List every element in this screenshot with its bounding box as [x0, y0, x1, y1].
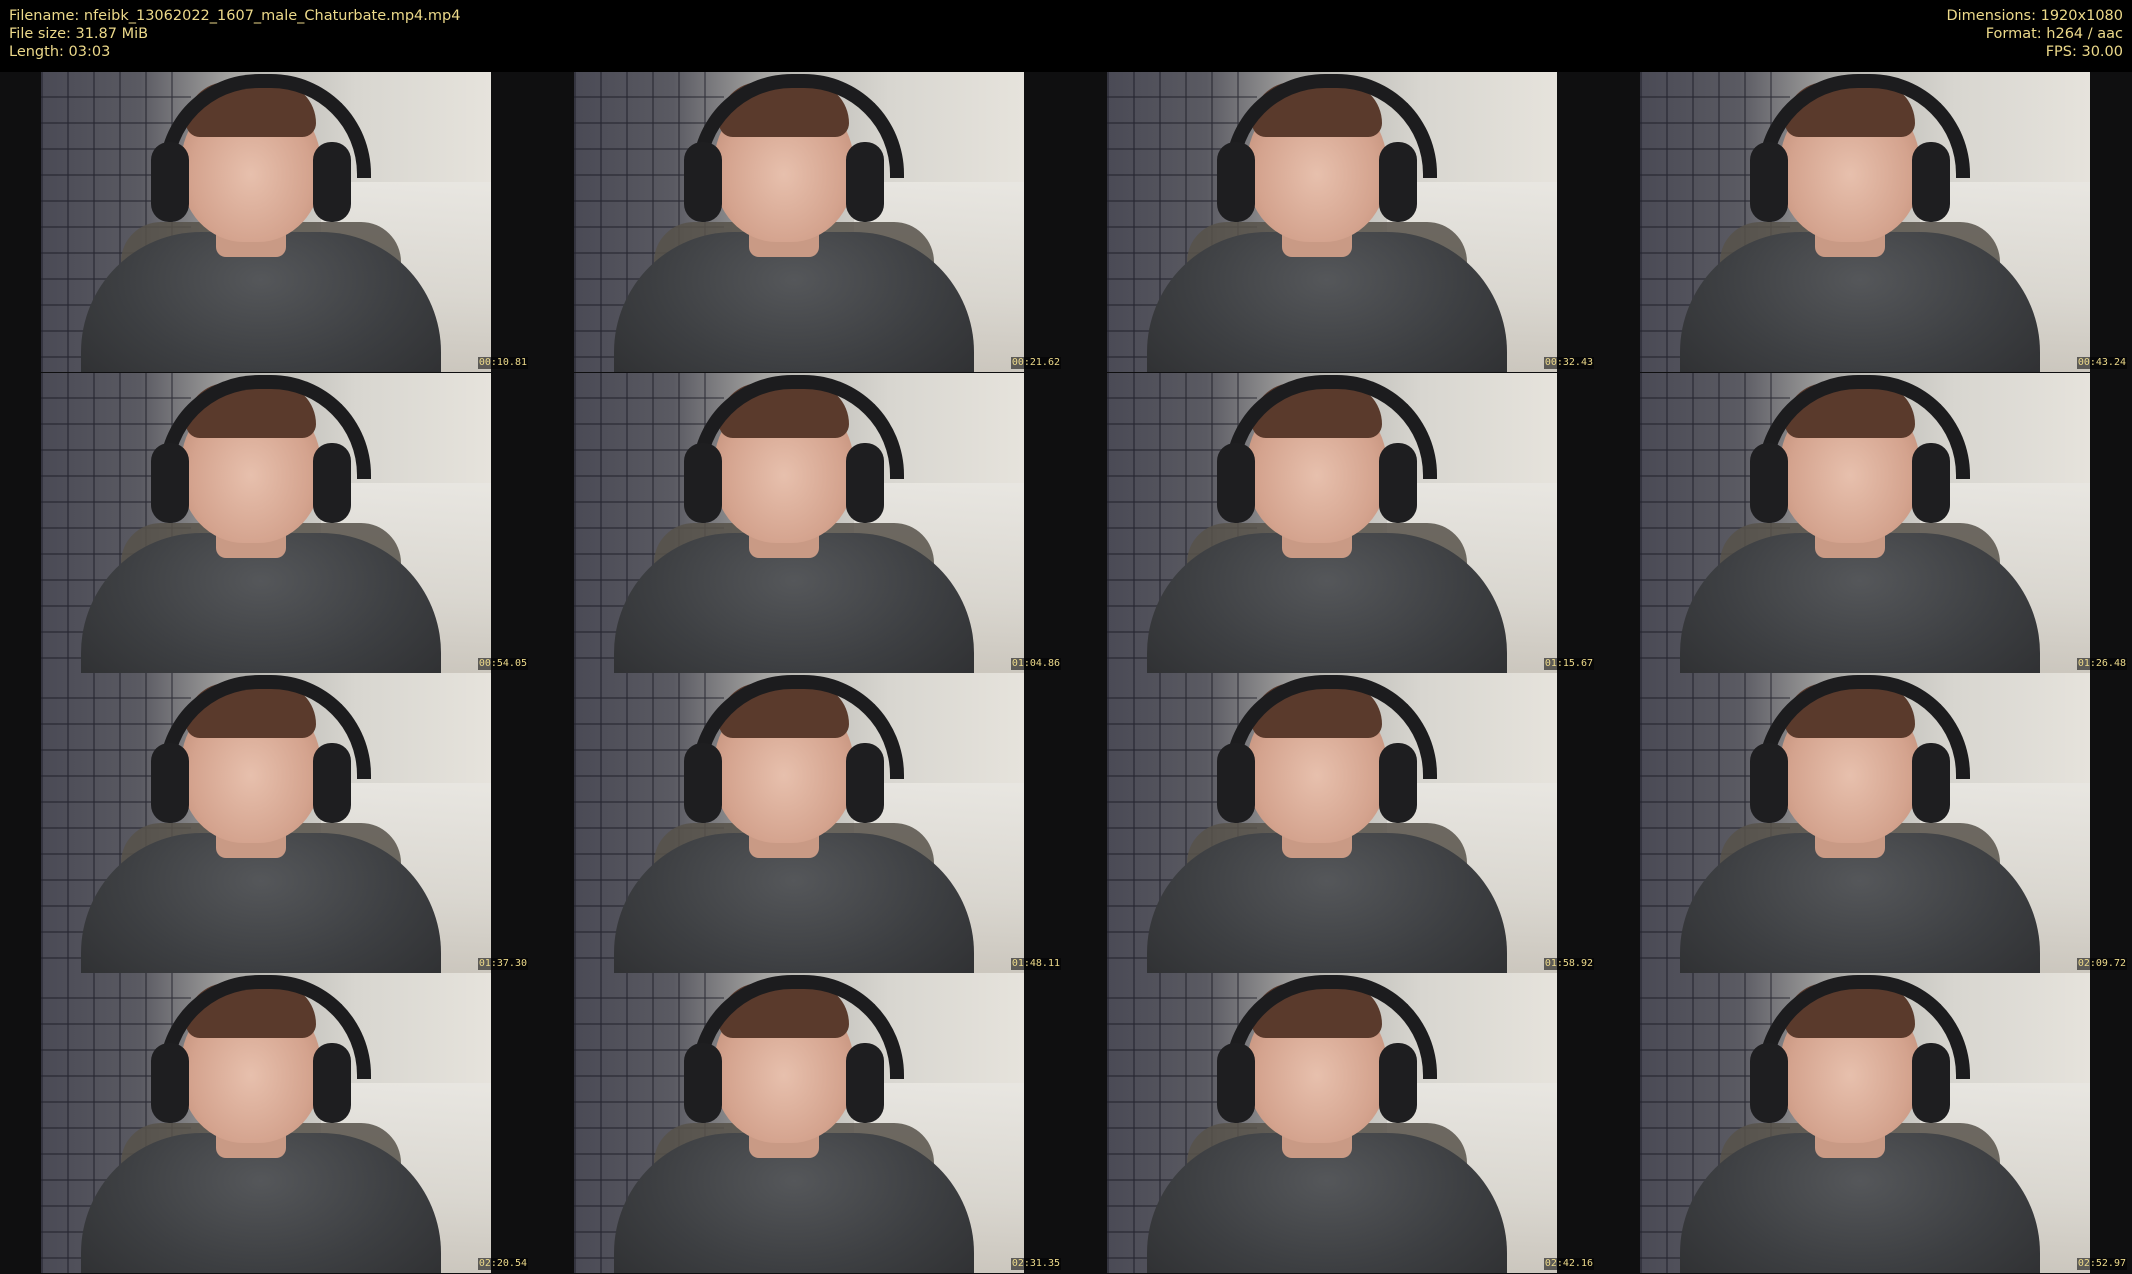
headphones-cup-left [684, 443, 722, 523]
thumbnail-cell: 01:04.86 [533, 373, 1066, 673]
thumbnail-timestamp: 00:10.81 [477, 357, 528, 369]
video-frame [1640, 373, 2090, 673]
thumbnail-cell: 01:37.30 [0, 673, 533, 973]
video-frame [41, 72, 491, 372]
headphones-cup-left [151, 443, 189, 523]
headphones-cup-right [313, 142, 351, 222]
video-frame [41, 673, 491, 973]
thumbnail-grid: 00:10.81 00:21.62 00:32.43 00:43.24 00:54.05… [0, 72, 2132, 1274]
video-frame [1107, 673, 1557, 973]
headphones-cup-left [1217, 142, 1255, 222]
filename-line: Filename: nfeibk_13062022_1607_male_Chat… [9, 8, 461, 24]
video-frame [1640, 973, 2090, 1273]
format-line: Format: h264 / aac [1985, 26, 2123, 42]
thumbnail-cell: 02:52.97 [1599, 973, 2132, 1273]
thumbnail-cell: 00:32.43 [1066, 72, 1599, 372]
thumbnail-timestamp: 02:20.54 [477, 1258, 528, 1270]
file-info: Filename: nfeibk_13062022_1607_male_Chat… [9, 7, 460, 61]
thumbnail-timestamp: 02:52.97 [2076, 1258, 2127, 1270]
headphones-cup-left [151, 142, 189, 222]
headphones-cup-right [1379, 1043, 1417, 1123]
video-frame [574, 72, 1024, 372]
headphones-cup-left [151, 1043, 189, 1123]
headphones-cup-right [1912, 142, 1950, 222]
video-frame [574, 673, 1024, 973]
headphones-cup-right [1912, 1043, 1950, 1123]
stream-info: Dimensions: 1920x1080 Format: h264 / aac… [1946, 7, 2123, 61]
thumbnail-cell: 00:21.62 [533, 72, 1066, 372]
file-size-line: File size: 31.87 MiB [9, 26, 149, 42]
headphones-cup-right [846, 743, 884, 823]
fps-line: FPS: 30.00 [2045, 44, 2123, 60]
headphones-cup-right [313, 443, 351, 523]
thumbnail-cell: 01:26.48 [1599, 373, 2132, 673]
headphones-cup-right [846, 1043, 884, 1123]
thumbnail-cell: 02:42.16 [1066, 973, 1599, 1273]
thumbnail-timestamp: 00:21.62 [1010, 357, 1061, 369]
thumbnail-cell: 00:54.05 [0, 373, 533, 673]
thumbnail-cell: 00:10.81 [0, 72, 533, 372]
headphones-cup-right [846, 142, 884, 222]
thumbnail-timestamp: 00:32.43 [1543, 357, 1594, 369]
thumbnail-timestamp: 00:43.24 [2076, 357, 2127, 369]
thumbnail-timestamp: 02:09.72 [2076, 958, 2127, 970]
video-frame [1640, 673, 2090, 973]
headphones-cup-left [1217, 743, 1255, 823]
headphones-cup-right [846, 443, 884, 523]
length-line: Length: 03:03 [9, 44, 111, 60]
contact-sheet-header: Filename: nfeibk_13062022_1607_male_Chat… [0, 0, 2132, 72]
headphones-cup-left [1217, 443, 1255, 523]
headphones-cup-right [1379, 743, 1417, 823]
video-frame [1107, 373, 1557, 673]
video-frame [41, 973, 491, 1273]
headphones-cup-left [1750, 1043, 1788, 1123]
headphones-cup-left [684, 1043, 722, 1123]
thumbnail-cell: 01:58.92 [1066, 673, 1599, 973]
headphones-cup-left [1750, 743, 1788, 823]
headphones-cup-right [1912, 743, 1950, 823]
video-frame [41, 373, 491, 673]
headphones-cup-right [1379, 142, 1417, 222]
thumbnail-cell: 00:43.24 [1599, 72, 2132, 372]
thumbnail-timestamp: 01:15.67 [1543, 658, 1594, 670]
video-frame [574, 973, 1024, 1273]
headphones-cup-right [1912, 443, 1950, 523]
headphones-cup-left [1750, 142, 1788, 222]
thumbnail-cell: 01:15.67 [1066, 373, 1599, 673]
thumbnail-timestamp: 01:58.92 [1543, 958, 1594, 970]
video-frame [574, 373, 1024, 673]
headphones-cup-right [313, 743, 351, 823]
thumbnail-timestamp: 01:26.48 [2076, 658, 2127, 670]
thumbnail-timestamp: 01:04.86 [1010, 658, 1061, 670]
headphones-cup-right [313, 1043, 351, 1123]
headphones-cup-left [684, 743, 722, 823]
video-frame [1107, 973, 1557, 1273]
thumbnail-timestamp: 00:54.05 [477, 658, 528, 670]
thumbnail-cell: 02:09.72 [1599, 673, 2132, 973]
thumbnail-cell: 01:48.11 [533, 673, 1066, 973]
thumbnail-cell: 02:31.35 [533, 973, 1066, 1273]
thumbnail-timestamp: 01:48.11 [1010, 958, 1061, 970]
thumbnail-timestamp: 01:37.30 [477, 958, 528, 970]
thumbnail-timestamp: 02:42.16 [1543, 1258, 1594, 1270]
video-frame [1640, 72, 2090, 372]
thumbnail-timestamp: 02:31.35 [1010, 1258, 1061, 1270]
headphones-cup-left [684, 142, 722, 222]
video-frame [1107, 72, 1557, 372]
headphones-cup-left [151, 743, 189, 823]
thumbnail-cell: 02:20.54 [0, 973, 533, 1273]
headphones-cup-right [1379, 443, 1417, 523]
dimensions-line: Dimensions: 1920x1080 [1946, 8, 2123, 24]
headphones-cup-left [1750, 443, 1788, 523]
headphones-cup-left [1217, 1043, 1255, 1123]
